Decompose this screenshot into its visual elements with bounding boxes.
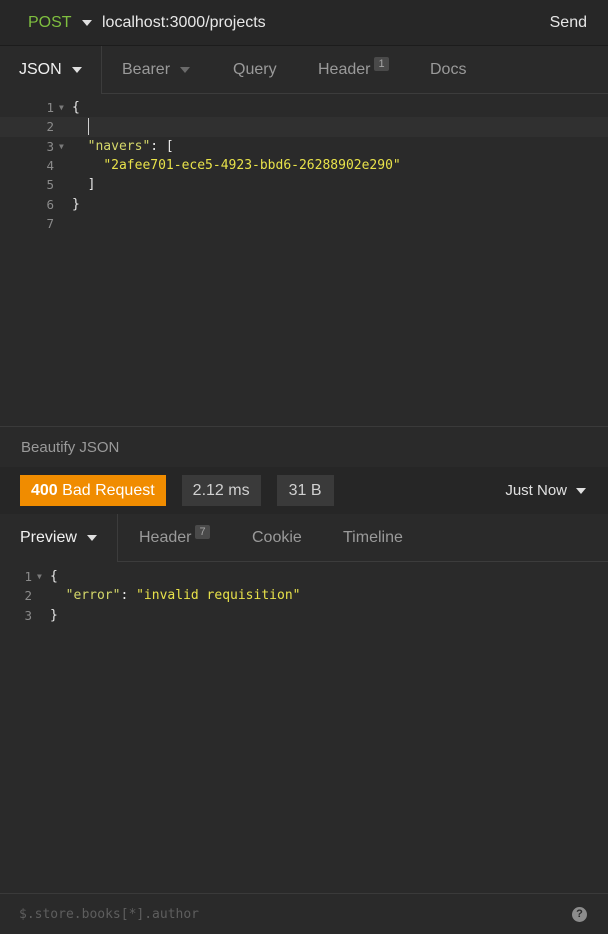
code-line: 1 ▼ {	[0, 98, 608, 117]
status-text: Bad Request	[62, 482, 155, 499]
code-line: 3 ▼ "navers": [	[0, 137, 608, 156]
tab-docs[interactable]: Docs	[410, 46, 608, 94]
response-time: 2.12 ms	[181, 475, 261, 506]
code-text: : [	[150, 138, 174, 154]
header-count-badge: 7	[195, 524, 210, 539]
code-line: 6 }	[0, 194, 608, 213]
code-text: :	[120, 588, 137, 604]
header-count-badge: 1	[374, 56, 389, 71]
beautify-json-button[interactable]: Beautify JSON	[0, 426, 608, 467]
tab-cookie[interactable]: Cookie	[231, 514, 323, 562]
response-status-bar: 400 Bad Request 2.12 ms 31 B Just Now	[0, 467, 608, 514]
tab-label: JSON	[19, 61, 62, 78]
help-icon[interactable]: ?	[572, 906, 587, 922]
method-label: POST	[28, 13, 72, 31]
response-size: 31 B	[276, 475, 334, 506]
code-line: 5 ]	[0, 175, 608, 194]
tab-label: Cookie	[252, 528, 302, 546]
chevron-down-icon	[71, 67, 82, 73]
json-key: "error"	[65, 588, 121, 604]
response-tabs: Preview Header 7 Cookie Timeline	[0, 514, 608, 562]
tab-label: Query	[233, 60, 277, 78]
tab-timeline[interactable]: Timeline	[323, 514, 608, 562]
chevron-down-icon	[81, 19, 92, 26]
tab-label: Preview	[20, 529, 77, 546]
line-number: 2	[46, 119, 54, 135]
tab-json[interactable]: JSON	[0, 46, 102, 94]
tab-response-header[interactable]: Header 7	[118, 514, 231, 562]
tab-label: Header	[318, 60, 371, 78]
history-dropdown[interactable]: Just Now	[505, 482, 586, 499]
line-number: 4	[46, 158, 54, 174]
tab-label: Timeline	[343, 528, 403, 546]
response-preview: 1 ▼ { 2 "error": "invalid requisition" 3…	[0, 562, 608, 893]
url-bar: POST localhost:3000/projects Send	[0, 0, 608, 46]
code-line: 2 "error": "invalid requisition"	[0, 586, 608, 605]
fold-arrow-icon[interactable]: ▼	[54, 142, 72, 151]
tab-header[interactable]: Header 1	[298, 46, 410, 94]
line-number: 3	[24, 607, 32, 623]
fold-arrow-icon[interactable]: ▼	[54, 103, 72, 112]
chevron-down-icon	[180, 66, 191, 73]
line-number: 7	[46, 215, 54, 231]
tab-label: Bearer	[122, 60, 171, 78]
tab-label: Header	[139, 528, 192, 546]
line-number: 1	[46, 100, 54, 116]
send-button[interactable]: Send	[530, 0, 608, 46]
request-tabs: JSON Bearer Query Header 1 Docs	[0, 46, 608, 94]
tab-query[interactable]: Query	[206, 46, 298, 94]
line-number: 1	[24, 569, 32, 585]
line-number: 3	[46, 138, 54, 154]
line-number: 2	[24, 588, 32, 604]
code-line: 1 ▼ {	[0, 567, 608, 586]
code-text: ]	[87, 177, 96, 193]
json-string: "invalid requisition"	[136, 588, 301, 604]
status-badge: 400 Bad Request	[20, 475, 166, 506]
tab-preview[interactable]: Preview	[0, 514, 118, 562]
code-line-current: 2	[0, 117, 608, 137]
chevron-down-icon	[86, 535, 97, 541]
json-string: "2afee701-ece5-4923-bbd6-26288902e290"	[103, 158, 401, 174]
url-input[interactable]: localhost:3000/projects	[102, 0, 530, 46]
code-line: 7	[0, 214, 608, 233]
line-number: 5	[46, 177, 54, 193]
fold-arrow-icon[interactable]: ▼	[32, 572, 50, 581]
status-code: 400	[31, 482, 58, 499]
tab-bearer[interactable]: Bearer	[102, 46, 206, 94]
filter-input[interactable]: $.store.books[*].author	[0, 907, 572, 922]
code-line: 3 }	[0, 606, 608, 625]
code-text: {	[50, 569, 58, 585]
code-text: }	[72, 196, 80, 212]
method-dropdown[interactable]: POST	[0, 0, 102, 46]
tab-label: Docs	[430, 60, 467, 78]
text-cursor	[87, 118, 89, 136]
line-number: 6	[46, 196, 54, 212]
request-body-editor[interactable]: 1 ▼ { 2 3 ▼ "navers": [ 4 "2afee701-ece5…	[0, 94, 608, 426]
response-filter-bar: $.store.books[*].author ?	[0, 893, 608, 934]
time-ago-label: Just Now	[505, 482, 567, 499]
code-text: {	[72, 100, 80, 116]
json-key: "navers"	[87, 138, 151, 154]
code-line: 4 "2afee701-ece5-4923-bbd6-26288902e290"	[0, 156, 608, 175]
code-text: }	[50, 607, 58, 623]
chevron-down-icon	[576, 487, 586, 494]
